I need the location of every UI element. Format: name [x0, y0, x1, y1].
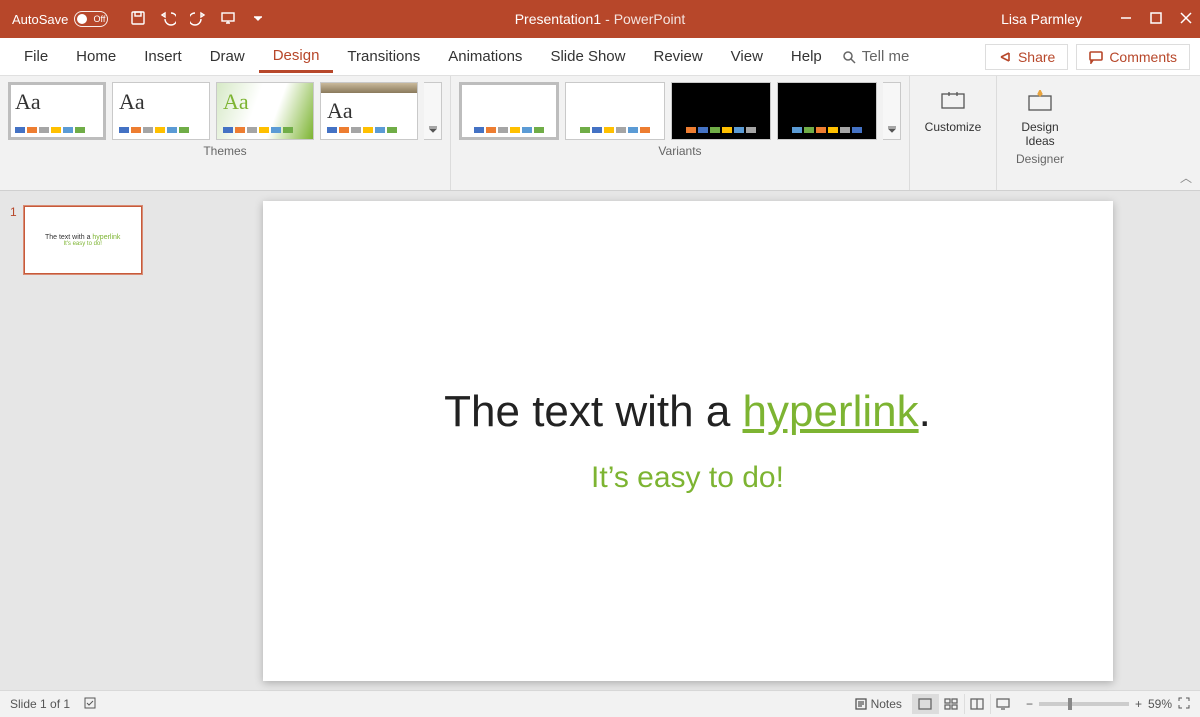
tab-home[interactable]: Home — [62, 42, 130, 71]
tab-transitions[interactable]: Transitions — [333, 42, 434, 71]
slide-counter[interactable]: Slide 1 of 1 — [10, 697, 70, 711]
share-icon — [998, 50, 1012, 64]
workspace: 1 The text with a hyperlink It's easy to… — [0, 191, 1200, 690]
window-controls — [1120, 11, 1192, 27]
status-bar: Slide 1 of 1 Notes − + 59% — [0, 690, 1200, 717]
maximize-icon[interactable] — [1150, 11, 1162, 27]
zoom-out-button[interactable]: − — [1026, 697, 1033, 711]
thumb-preview[interactable]: The text with a hyperlink It's easy to d… — [23, 205, 143, 275]
doc-name: Presentation1 — [515, 11, 601, 27]
qat-more-icon[interactable] — [250, 10, 266, 29]
ribbon-content: AaAaAaAa Themes Variants Customize Desig… — [0, 76, 1200, 191]
minimize-icon[interactable] — [1120, 11, 1132, 27]
autosave-toggle[interactable]: AutoSave Off — [8, 9, 116, 29]
slide[interactable]: The text with a hyperlink. It’s easy to … — [263, 201, 1113, 681]
tab-design[interactable]: Design — [259, 41, 334, 73]
title-bar: AutoSave Off Presentation1 - PowerPoint … — [0, 0, 1200, 38]
notes-button[interactable]: Notes — [855, 697, 902, 711]
tab-view[interactable]: View — [717, 42, 777, 71]
slide-size-icon — [939, 90, 967, 114]
variants-group-label: Variants — [459, 140, 901, 161]
tab-slide-show[interactable]: Slide Show — [536, 42, 639, 71]
variant-thumbnail-1[interactable] — [565, 82, 665, 140]
comment-icon — [1089, 50, 1103, 64]
customize-group: Customize — [910, 76, 997, 190]
collapse-ribbon-icon[interactable]: ︿ — [1180, 169, 1192, 186]
variant-thumbnail-2[interactable] — [671, 82, 771, 140]
redo-icon[interactable] — [190, 10, 206, 29]
close-icon[interactable] — [1180, 11, 1192, 27]
design-ideas-button[interactable]: Design Ideas — [1005, 82, 1075, 148]
sorter-view-button[interactable] — [938, 694, 964, 714]
notes-icon — [855, 698, 867, 710]
designer-group: Design Ideas Designer — [997, 76, 1083, 190]
slide-subtitle[interactable]: It’s easy to do! — [591, 461, 784, 495]
normal-view-button[interactable] — [912, 694, 938, 714]
customize-button[interactable]: Customize — [918, 82, 988, 134]
comments-button[interactable]: Comments — [1076, 44, 1190, 70]
slideshow-view-button[interactable] — [990, 694, 1016, 714]
share-button[interactable]: Share — [985, 44, 1068, 70]
variant-thumbnail-3[interactable] — [777, 82, 877, 140]
reading-view-button[interactable] — [964, 694, 990, 714]
theme-thumbnail-2[interactable]: Aa — [216, 82, 314, 140]
themes-group-label: Themes — [8, 140, 442, 161]
lightbulb-icon — [842, 50, 856, 64]
theme-thumbnail-3[interactable]: Aa — [320, 82, 418, 140]
variants-more-button[interactable] — [883, 82, 901, 140]
theme-thumbnail-1[interactable]: Aa — [112, 82, 210, 140]
slide-thumbnail-1[interactable]: 1 The text with a hyperlink It's easy to… — [10, 205, 165, 275]
fit-to-window-icon[interactable] — [1178, 697, 1190, 712]
zoom-percent[interactable]: 59% — [1148, 697, 1172, 711]
tab-review[interactable]: Review — [639, 42, 716, 71]
zoom-controls: − + 59% — [1026, 697, 1190, 712]
quick-access-toolbar — [130, 10, 266, 29]
slide-thumbnails-panel[interactable]: 1 The text with a hyperlink It's easy to… — [0, 191, 175, 690]
tab-help[interactable]: Help — [777, 42, 836, 71]
themes-more-button[interactable] — [424, 82, 442, 140]
undo-icon[interactable] — [160, 10, 176, 29]
themes-group: AaAaAaAa Themes — [0, 76, 451, 190]
zoom-in-button[interactable]: + — [1135, 697, 1142, 711]
ribbon-tabs: File Home Insert Draw Design Transitions… — [0, 38, 1200, 76]
document-title: Presentation1 - PowerPoint — [515, 11, 686, 27]
present-icon[interactable] — [220, 10, 236, 29]
view-buttons — [912, 694, 1016, 714]
app-suffix: - PowerPoint — [605, 11, 685, 27]
design-ideas-icon — [1026, 90, 1054, 114]
variant-thumbnail-0[interactable] — [459, 82, 559, 140]
designer-group-label: Designer — [1005, 148, 1075, 169]
zoom-slider[interactable] — [1039, 702, 1129, 706]
theme-thumbnail-0[interactable]: Aa — [8, 82, 106, 140]
user-name[interactable]: Lisa Parmley — [1001, 11, 1082, 27]
slide-canvas-area[interactable]: The text with a hyperlink. It’s easy to … — [175, 191, 1200, 690]
save-icon[interactable] — [130, 10, 146, 29]
toggle-switch[interactable]: Off — [74, 11, 108, 27]
thumb-number: 1 — [10, 205, 17, 219]
spellcheck-icon[interactable] — [84, 697, 96, 712]
tab-animations[interactable]: Animations — [434, 42, 536, 71]
tell-me-search[interactable]: Tell me — [842, 48, 910, 65]
autosave-label: AutoSave — [12, 12, 68, 27]
tab-insert[interactable]: Insert — [130, 42, 196, 71]
tab-draw[interactable]: Draw — [196, 42, 259, 71]
slide-title[interactable]: The text with a hyperlink. — [444, 387, 931, 437]
tab-file[interactable]: File — [10, 42, 62, 71]
variants-group: Variants — [451, 76, 910, 190]
hyperlink-text[interactable]: hyperlink — [743, 387, 919, 436]
